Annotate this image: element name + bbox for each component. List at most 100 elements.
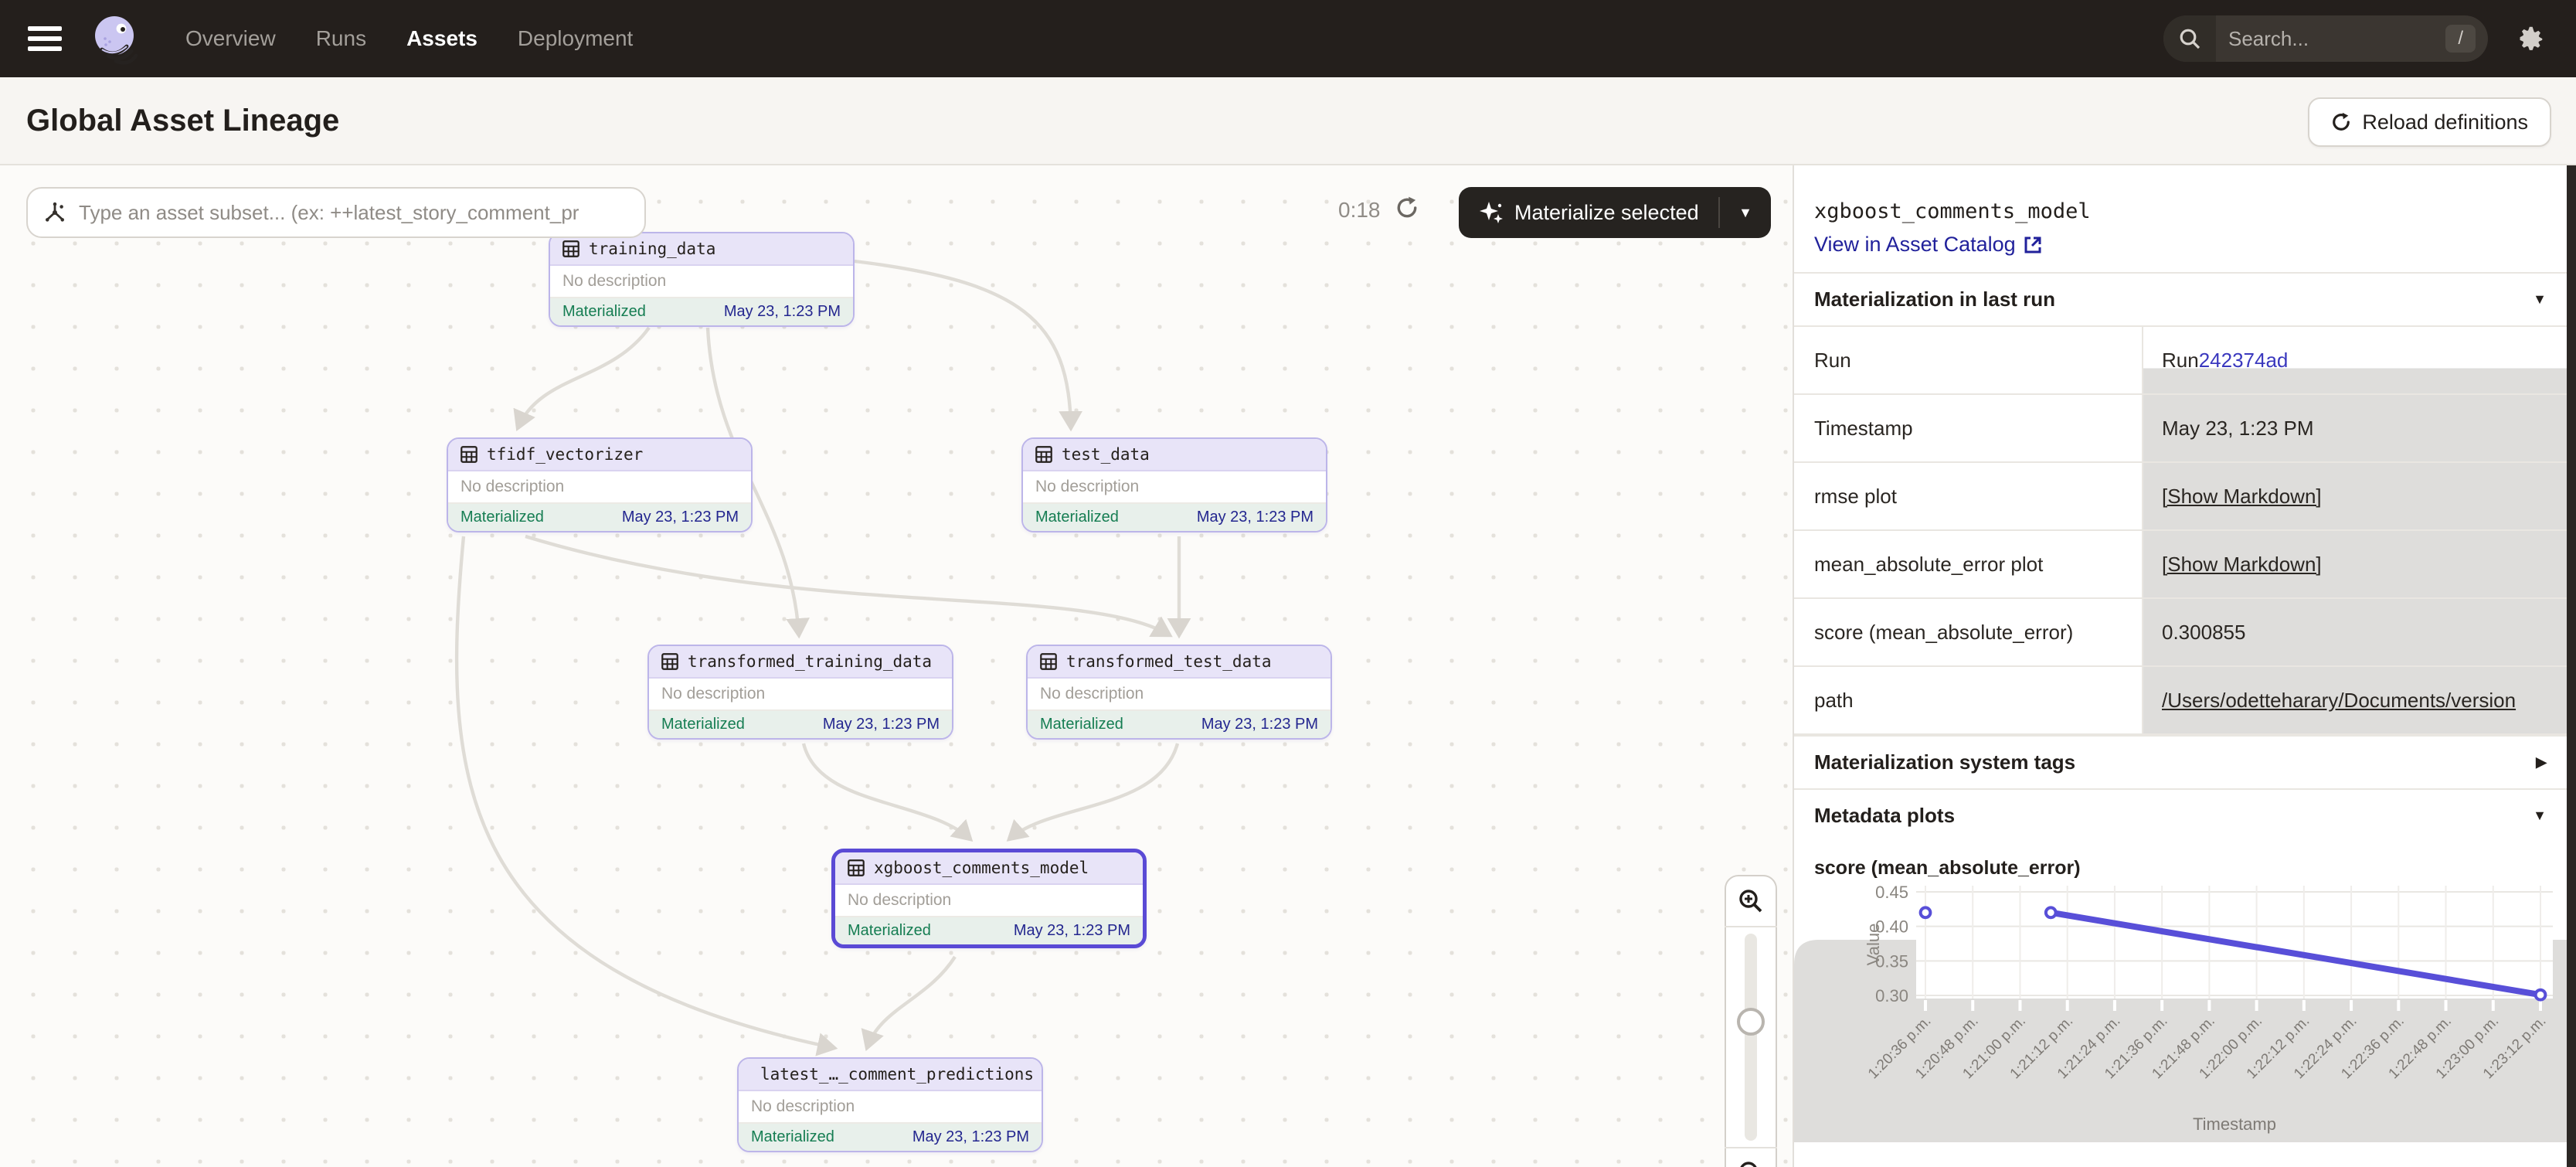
asset-name: xgboost_comments_model [874, 859, 1089, 877]
metadata-row-rmse-plot: rmse plot[Show Markdown] [1794, 463, 2567, 531]
asset-node-xgboost_comments_model[interactable]: xgboost_comments_model No description Mate… [831, 849, 1147, 948]
asset-node-tfidf_vectorizer[interactable]: tfidf_vectorizerNo descriptionMaterializ… [447, 437, 753, 532]
metadata-link[interactable]: [Show Markdown] [2162, 485, 2322, 509]
metadata-row-path: path/Users/odetteharary/Documents/versio… [1794, 667, 2567, 735]
metadata-label: mean_absolute_error plot [1794, 531, 2143, 597]
materialization-timestamp: May 23, 1:23 PM [1014, 922, 1130, 940]
materialization-timestamp: May 23, 1:23 PM [912, 1128, 1029, 1146]
section-materialization-last-run[interactable]: Materialization in last run ▼ [1794, 272, 2567, 325]
status-badge: Materialized [751, 1128, 834, 1146]
asset-description: No description [835, 885, 1143, 917]
asset-name: tfidf_vectorizer [487, 445, 643, 464]
asset-node-transformed_test_data[interactable]: transformed_test_dataNo descriptionMater… [1026, 645, 1332, 740]
refresh-timer: 0:18 [1338, 198, 1381, 223]
score-line-chart: 0.450.400.350.30Value1:20:36 p.m.1:20:48… [1794, 883, 2567, 1142]
lineage-edge [867, 957, 955, 1048]
chart-data-point [1921, 907, 1931, 917]
search-shortcut-key: / [2445, 25, 2476, 53]
asset-name: transformed_training_data [688, 652, 932, 671]
section-system-tags[interactable]: Materialization system tags ▶ [1794, 735, 2567, 788]
zoom-slider[interactable] [1745, 934, 1757, 1141]
status-badge: Materialized [562, 303, 646, 321]
asset-lineage-graph: training_data No description Materialized M… [0, 165, 1794, 1167]
metadata-label: Run [1794, 327, 2143, 393]
search-icon [2163, 15, 2216, 62]
reload-definitions-label: Reload definitions [2362, 111, 2528, 134]
graph-refresh-icon[interactable] [1395, 196, 1419, 226]
section-metadata-plots[interactable]: Metadata plots ▼ [1794, 788, 2567, 842]
asset-node-test_data[interactable]: test_dataNo descriptionMaterializedMay 2… [1021, 437, 1327, 532]
asset-node-header: training_data [550, 233, 853, 266]
top-navbar: Overview Runs Assets Deployment Search... / [0, 0, 2576, 77]
run-id-link[interactable]: 242374ad [2199, 349, 2289, 373]
zoom-controls [1725, 875, 1777, 1167]
status-badge: Materialized [1040, 716, 1123, 733]
section-label: Materialization system tags [1814, 750, 2075, 774]
sparkle-icon [1479, 200, 1504, 225]
metadata-value: May 23, 1:23 PM [2143, 395, 2567, 461]
table-icon [460, 446, 477, 463]
external-link-icon [2024, 236, 2042, 254]
metadata-link[interactable]: [Show Markdown] [2162, 553, 2322, 577]
asset-description: No description [739, 1091, 1042, 1124]
settings-gear-icon[interactable] [2516, 24, 2545, 53]
asset-subset-filter-input[interactable]: Type an asset subset... (ex: ++latest_st… [26, 187, 646, 238]
asset-node-latest_-_comment_predictions[interactable]: latest_…_comment_predictions No descripti… [737, 1057, 1043, 1152]
menu-icon[interactable] [28, 26, 62, 51]
global-search-input[interactable]: Search... / [2163, 15, 2488, 62]
view-in-asset-catalog-link[interactable]: View in Asset Catalog [1814, 233, 2567, 257]
metadata-plot-title: score (mean_absolute_error) [1814, 857, 2567, 880]
asset-details-panel: xgboost_comments_model View in Asset Cat… [1794, 165, 2567, 1167]
nav-item-deployment[interactable]: Deployment [518, 26, 633, 51]
materialization-timestamp: May 23, 1:23 PM [1197, 509, 1313, 526]
status-badge: Materialized [460, 509, 544, 526]
materialization-timestamp: May 23, 1:23 PM [823, 716, 940, 733]
nav-item-runs[interactable]: Runs [316, 26, 366, 51]
metadata-link[interactable]: /Users/odetteharary/Documents/version [2162, 689, 2516, 713]
asset-description: No description [1028, 679, 1330, 711]
status-badge: Materialized [848, 922, 931, 940]
reload-definitions-button[interactable]: Reload definitions [2308, 97, 2551, 147]
chevron-down-icon: ▼ [2533, 808, 2547, 824]
dagster-logo[interactable] [90, 12, 142, 65]
asset-name: training_data [589, 240, 715, 258]
chevron-down-icon: ▼ [2533, 291, 2547, 308]
asset-node-training_data[interactable]: training_dataNo descriptionMaterializedM… [549, 232, 855, 327]
asset-name: latest_…_comment_predictions [760, 1065, 1034, 1084]
metadata-row-mean-absolute-error-plot: mean_absolute_error plot [Show Markdown] [1794, 531, 2567, 599]
asset-status-row: Materialized May 23, 1:23 PM [448, 504, 751, 531]
lineage-edge [804, 743, 970, 839]
zoom-in-button[interactable] [1725, 876, 1777, 927]
asset-status-row: Materialized May 23, 1:23 PM [739, 1124, 1042, 1151]
dagster-global-asset-lineage-page: Overview Runs Assets Deployment Search... /… [0, 0, 2576, 1167]
page-header: Global Asset Lineage Reload definitions [0, 77, 2576, 165]
asset-status-row: Materialized May 23, 1:23 PM [1023, 504, 1326, 531]
metadata-value: [Show Markdown] [2143, 463, 2567, 529]
asset-description: No description [550, 266, 853, 298]
asset-status-row: MaterializedMay 23, 1:23 PM [649, 711, 952, 738]
nav-item-assets[interactable]: Assets [406, 26, 477, 51]
zoom-out-button[interactable] [1725, 1147, 1777, 1167]
table-icon [848, 859, 865, 876]
chart-data-point [2046, 907, 2056, 917]
materialize-dropdown-caret[interactable]: ▼ [1718, 197, 1771, 228]
asset-subset-placeholder: Type an asset subset... (ex: ++latest_st… [79, 201, 579, 225]
table-icon [1040, 653, 1057, 670]
asset-name-title: xgboost_comments_model [1814, 199, 2567, 223]
zoom-slider-handle[interactable] [1737, 1008, 1765, 1036]
materialize-selected-label: Materialize selected [1514, 201, 1699, 225]
x-axis-label: Timestamp [2193, 1114, 2276, 1134]
chart-data-point [2536, 990, 2546, 1000]
metadata-label: Timestamp [1794, 395, 2143, 461]
materialization-timestamp: May 23, 1:23 PM [622, 509, 739, 526]
nav-items: Overview Runs Assets Deployment [185, 26, 633, 51]
metadata-label: path [1794, 667, 2143, 733]
nav-item-overview[interactable]: Overview [185, 26, 276, 51]
metadata-value: Run 242374ad [2143, 327, 2567, 393]
materialize-selected-button[interactable]: Materialize selected ▼ [1459, 187, 1771, 238]
status-badge: Materialized [1035, 509, 1119, 526]
asset-node-transformed_training_data[interactable]: transformed_training_dataNo descriptionM… [647, 645, 953, 740]
asset-status-row: MaterializedMay 23, 1:23 PM [1028, 711, 1330, 738]
section-label: Materialization in last run [1814, 287, 2055, 311]
lineage-edge [1009, 743, 1178, 839]
